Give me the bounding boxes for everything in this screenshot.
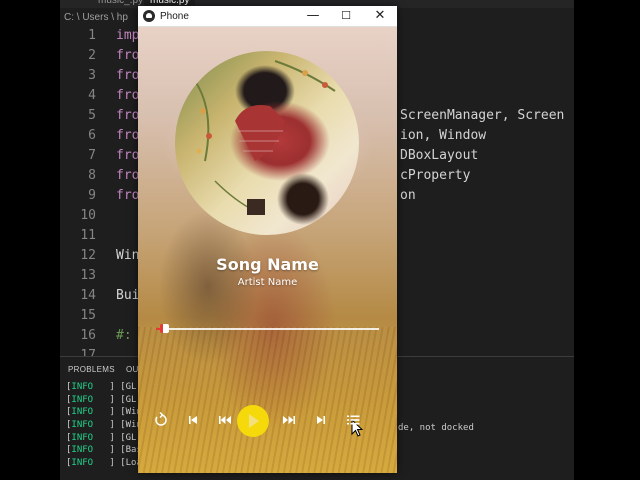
line-number: 4 bbox=[88, 88, 96, 103]
repeat-icon bbox=[155, 411, 167, 426]
line-number: 1 bbox=[88, 28, 96, 43]
line-number: 13 bbox=[80, 268, 96, 283]
playback-controls bbox=[138, 405, 397, 437]
tab-problems[interactable]: PROBLEMS bbox=[68, 365, 115, 374]
line-number: 3 bbox=[88, 68, 96, 83]
tab-output[interactable]: OU bbox=[126, 365, 139, 374]
progress-thumb[interactable] bbox=[159, 324, 169, 333]
bracket: ] bbox=[93, 407, 121, 418]
line-number: 12 bbox=[80, 248, 96, 263]
code-keyword: fro bbox=[116, 188, 140, 203]
line-number: 5 bbox=[88, 108, 96, 123]
code-keyword: fro bbox=[116, 68, 140, 83]
line-number: 15 bbox=[80, 308, 96, 323]
next-button[interactable] bbox=[312, 411, 330, 429]
line-number: 7 bbox=[88, 148, 96, 163]
maximize-button[interactable]: ☐ bbox=[329, 6, 363, 27]
log-level: INFO bbox=[71, 445, 94, 456]
line-number: 14 bbox=[80, 288, 96, 303]
line-number: 10 bbox=[80, 208, 96, 223]
rewind-icon bbox=[219, 416, 231, 424]
next-icon bbox=[317, 416, 325, 424]
bracket: ] bbox=[93, 394, 121, 405]
previous-icon bbox=[189, 416, 197, 424]
phone-window: Phone — ☐ ✕ Song Name Artist Name bbox=[138, 6, 397, 473]
code-keyword: fro bbox=[116, 168, 140, 183]
line-number: 2 bbox=[88, 48, 96, 63]
log-text: [GL bbox=[120, 432, 137, 443]
bracket: ] bbox=[93, 420, 121, 431]
line-number: 9 bbox=[88, 188, 96, 203]
progress-slider[interactable] bbox=[156, 324, 379, 334]
code-keyword: fro bbox=[116, 148, 140, 163]
window-title: Phone bbox=[160, 11, 189, 22]
player-screen: Song Name Artist Name bbox=[138, 27, 397, 473]
minimize-button[interactable]: — bbox=[296, 6, 330, 27]
song-name: Song Name bbox=[216, 255, 319, 274]
code-keyword: fro bbox=[116, 108, 140, 123]
playlist-icon bbox=[347, 415, 360, 425]
code-keyword: Bui bbox=[116, 288, 140, 303]
code-keyword: fro bbox=[116, 48, 140, 63]
log-text: [GL bbox=[120, 394, 137, 405]
code-text: on bbox=[400, 188, 416, 203]
rewind-button[interactable] bbox=[216, 411, 234, 429]
bracket: ] bbox=[93, 432, 121, 443]
log-level: INFO bbox=[71, 407, 94, 418]
previous-button[interactable] bbox=[184, 411, 202, 429]
background-image bbox=[138, 327, 397, 473]
playlist-button[interactable] bbox=[344, 411, 362, 429]
window-title-bar[interactable]: Phone — ☐ ✕ bbox=[138, 6, 397, 27]
code-text: DBoxLayout bbox=[400, 148, 479, 163]
play-icon bbox=[249, 414, 259, 428]
play-button[interactable] bbox=[237, 405, 364, 437]
code-keyword: Win bbox=[116, 248, 140, 263]
close-button[interactable]: ✕ bbox=[363, 6, 397, 27]
code-text: cProperty bbox=[400, 168, 471, 183]
artist-name: Artist Name bbox=[237, 277, 298, 288]
line-number: 8 bbox=[88, 168, 96, 183]
log-text: [GL bbox=[120, 382, 137, 392]
kivy-app-icon bbox=[143, 10, 155, 22]
bracket: ] bbox=[93, 382, 121, 392]
log-level: INFO bbox=[71, 458, 94, 469]
log-level: INFO bbox=[71, 394, 94, 405]
code-text: ion, Window bbox=[400, 128, 487, 143]
code-keyword: fro bbox=[116, 128, 140, 143]
code-text: ScreenManager, Screen bbox=[400, 108, 565, 123]
line-number: 16 bbox=[80, 328, 96, 343]
code-keyword: imp bbox=[116, 28, 140, 43]
album-art bbox=[175, 51, 359, 235]
repeat-button[interactable] bbox=[152, 411, 170, 429]
log-level: INFO bbox=[71, 432, 94, 443]
album-art-illustration bbox=[194, 60, 336, 215]
fast-forward-button[interactable] bbox=[280, 411, 298, 429]
log-level: INFO bbox=[71, 382, 94, 392]
line-number: 6 bbox=[88, 128, 96, 143]
progress-track bbox=[156, 328, 379, 330]
fast-forward-icon bbox=[283, 416, 295, 424]
bracket: ] bbox=[93, 445, 121, 456]
code-keyword: fro bbox=[116, 88, 140, 103]
bracket: ] bbox=[93, 458, 121, 469]
log-level: INFO bbox=[71, 420, 94, 431]
line-number: 11 bbox=[80, 228, 96, 243]
terminal-line-tail: de, not docked bbox=[398, 423, 474, 433]
code-keyword: #: bbox=[116, 328, 132, 343]
